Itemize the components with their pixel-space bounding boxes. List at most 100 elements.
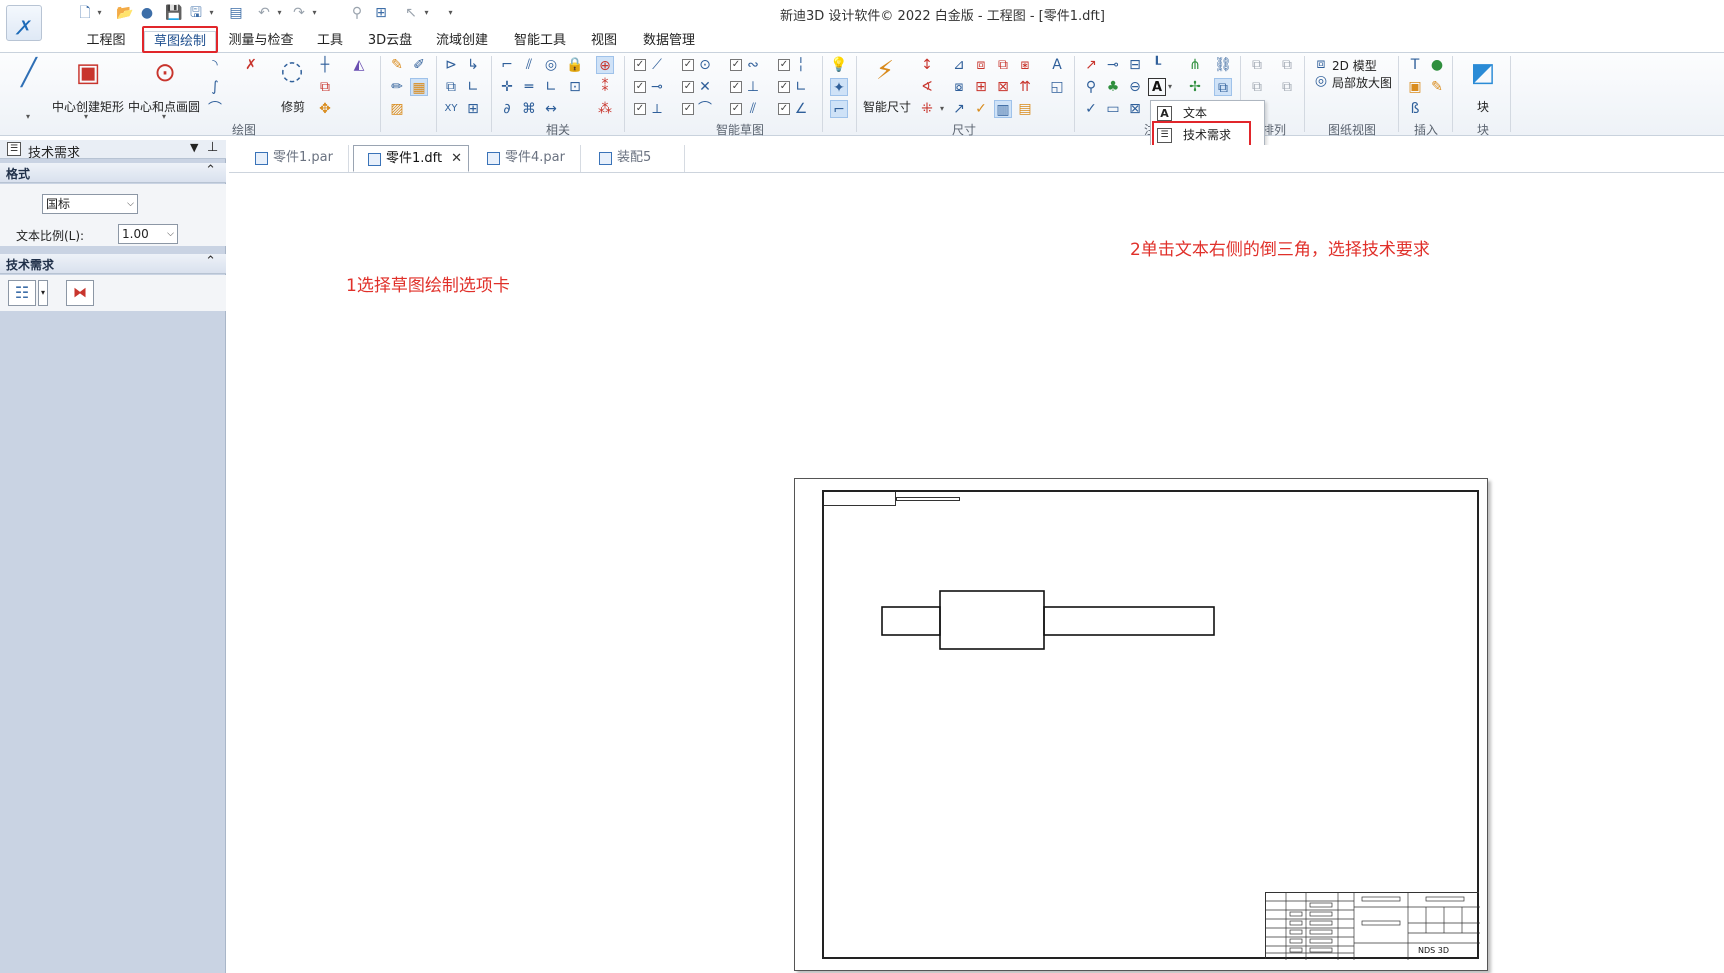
- tab-smart-tools[interactable]: 智能工具: [508, 31, 572, 52]
- callout-icon[interactable]: ⊟: [1126, 56, 1144, 74]
- text-icon[interactable]: A: [1148, 78, 1166, 96]
- drawing-canvas[interactable]: 1选择草图绘制选项卡 2单击文本右侧的倒三角，选择技术要求 NDS 3D: [229, 173, 1724, 973]
- panel-menu-icon[interactable]: ▼: [190, 141, 198, 154]
- insert-object-icon[interactable]: ●: [1428, 56, 1446, 74]
- text-dropdown-arrow-icon[interactable]: ▾: [1168, 82, 1176, 91]
- smart-sketch-check-11[interactable]: ✓: [730, 103, 742, 115]
- connect-icon[interactable]: ↳: [464, 56, 482, 74]
- curve-icon[interactable]: ∫: [206, 78, 224, 96]
- save-icon[interactable]: 💾: [165, 4, 183, 22]
- move-icon[interactable]: ✥: [316, 100, 334, 118]
- tab-view[interactable]: 视图: [586, 31, 622, 52]
- arc-icon[interactable]: ◝: [206, 56, 224, 74]
- dim-axis-icon[interactable]: A: [1048, 56, 1066, 74]
- datum-icon[interactable]: ✓: [1082, 100, 1100, 118]
- smart-dimension-icon[interactable]: ⚡: [870, 56, 900, 86]
- perpendicular-snap-icon[interactable]: ⊥: [744, 78, 762, 96]
- keypoint-icon[interactable]: ⌐: [830, 100, 848, 118]
- snap-point-icon[interactable]: ✦: [830, 78, 848, 96]
- tab-flow-domain[interactable]: 流域创建: [430, 31, 494, 52]
- leader-icon[interactable]: ↗: [1082, 56, 1100, 74]
- fill-icon[interactable]: ▦: [410, 78, 428, 96]
- distance-dim-icon[interactable]: ↕: [918, 56, 936, 74]
- insert-symbol-icon[interactable]: ß: [1406, 100, 1424, 118]
- lock-icon[interactable]: 🔒: [566, 56, 584, 74]
- 2d-model-label[interactable]: 2D 模型: [1332, 57, 1377, 74]
- equal-icon[interactable]: ═: [520, 78, 538, 96]
- smart-sketch-check-8[interactable]: ✓: [778, 81, 790, 93]
- collapse-chevron-icon[interactable]: ⌃: [205, 254, 216, 269]
- tangent-icon[interactable]: ∟: [542, 78, 560, 96]
- baseline-dim-icon[interactable]: ⧇: [950, 78, 968, 96]
- parallel-icon[interactable]: ⫽: [520, 56, 538, 74]
- offset-icon[interactable]: ⧉: [316, 78, 334, 96]
- smart-sketch-check-6[interactable]: ✓: [682, 81, 694, 93]
- smart-sketch-check-9[interactable]: ✓: [634, 103, 646, 115]
- center-point-icon[interactable]: ⊙: [696, 56, 714, 74]
- drawing-sheet[interactable]: NDS 3D: [794, 478, 1488, 971]
- smart-sketch-check-3[interactable]: ✓: [730, 59, 742, 71]
- part-view-svg[interactable]: [824, 492, 1481, 961]
- open-cloud-icon[interactable]: ●: [138, 4, 156, 22]
- tab-tools[interactable]: 工具: [312, 31, 348, 52]
- collinear-icon[interactable]: ↔: [542, 100, 560, 118]
- dim-style-icon[interactable]: ↗: [950, 100, 968, 118]
- vertical-snap-icon[interactable]: ╎: [792, 56, 810, 74]
- angle-dim-icon[interactable]: ∢: [918, 78, 936, 96]
- paint-icon[interactable]: ✏: [388, 78, 406, 96]
- detail-view-label[interactable]: 局部放大图: [1332, 74, 1392, 91]
- endpoint-icon[interactable]: ⟋: [648, 56, 666, 74]
- insert-hyperlink-icon[interactable]: ✎: [1428, 78, 1446, 96]
- redo-dropdown-icon[interactable]: ▾: [310, 4, 319, 22]
- insert-image-icon[interactable]: ▣: [1406, 78, 1424, 96]
- rectangle-dropdown-icon[interactable]: ▾: [84, 112, 92, 121]
- angular-coord-icon[interactable]: ⊞: [972, 78, 990, 96]
- hatch-icon[interactable]: ▨: [388, 100, 406, 118]
- text-scale-select[interactable]: 1.00 ⌵: [118, 224, 178, 244]
- horizontal-icon[interactable]: ✛: [498, 78, 516, 96]
- datum-target-icon[interactable]: ⊠: [1126, 100, 1144, 118]
- line-dropdown-icon[interactable]: ▾: [26, 112, 34, 121]
- tab-data-management[interactable]: 数据管理: [636, 31, 702, 52]
- ordinate-dim-icon[interactable]: ⧉: [994, 56, 1012, 74]
- trim-icon[interactable]: ◌: [277, 56, 307, 86]
- ungroup-objects-icon[interactable]: ⧉: [1278, 78, 1296, 96]
- block-icon[interactable]: ◩: [1468, 58, 1498, 88]
- fit-frame-icon[interactable]: ⧓: [66, 280, 94, 306]
- smart-sketch-check-12[interactable]: ✓: [778, 103, 790, 115]
- doc-tab-assembly5[interactable]: 装配5: [585, 145, 685, 172]
- line-icon[interactable]: ╱: [14, 58, 44, 88]
- intersect-icon[interactable]: ✗: [242, 56, 260, 74]
- chain-dim-icon[interactable]: ⧈: [972, 56, 990, 74]
- doc-tab-part1-par[interactable]: 零件1.par: [241, 145, 349, 172]
- dim-table-icon[interactable]: ▥: [994, 100, 1012, 118]
- weld-icon[interactable]: ♣: [1104, 78, 1122, 96]
- midpoint-icon[interactable]: ⊸: [648, 78, 666, 96]
- 2d-model-icon[interactable]: ⧈: [1312, 55, 1330, 73]
- dim-gray-icon[interactable]: ◱: [1048, 78, 1066, 96]
- save-as-icon[interactable]: 🖫: [187, 4, 205, 22]
- tab-3d-cloud[interactable]: 3D云盘: [362, 31, 418, 52]
- show-relations-icon[interactable]: ⊕: [596, 56, 614, 74]
- undo-dropdown-icon[interactable]: ▾: [275, 4, 284, 22]
- maintain-relations-icon[interactable]: ⁑: [596, 78, 614, 96]
- smart-sketch-check-2[interactable]: ✓: [682, 59, 694, 71]
- detail-view-icon[interactable]: ◎: [1312, 72, 1330, 90]
- smart-sketch-check-5[interactable]: ✓: [634, 81, 646, 93]
- new-file-dropdown-icon[interactable]: ▾: [95, 4, 104, 22]
- insert-text-icon[interactable]: T: [1406, 56, 1424, 74]
- new-file-icon[interactable]: 🗋: [76, 4, 94, 22]
- feature-control-icon[interactable]: ▭: [1104, 100, 1122, 118]
- tab-engineering-drawing[interactable]: 工程图: [78, 31, 134, 52]
- arc-snap-icon[interactable]: ⌒: [696, 100, 714, 118]
- link-icon[interactable]: ⚲: [348, 4, 366, 22]
- corner-icon[interactable]: ∟: [464, 78, 482, 96]
- smart-dimension-label[interactable]: 智能尺寸: [863, 98, 911, 115]
- tangent-snap-icon[interactable]: ∾: [744, 56, 762, 74]
- dim-arrange-icon[interactable]: ⇈: [1016, 78, 1034, 96]
- balloon-icon[interactable]: ⊸: [1104, 56, 1122, 74]
- group-objects-icon[interactable]: ⧉: [1248, 78, 1266, 96]
- edge-condition-icon[interactable]: ⊖: [1126, 78, 1144, 96]
- open-file-icon[interactable]: 📂: [116, 4, 134, 22]
- coordinate-dim-icon[interactable]: ⁜: [918, 100, 936, 118]
